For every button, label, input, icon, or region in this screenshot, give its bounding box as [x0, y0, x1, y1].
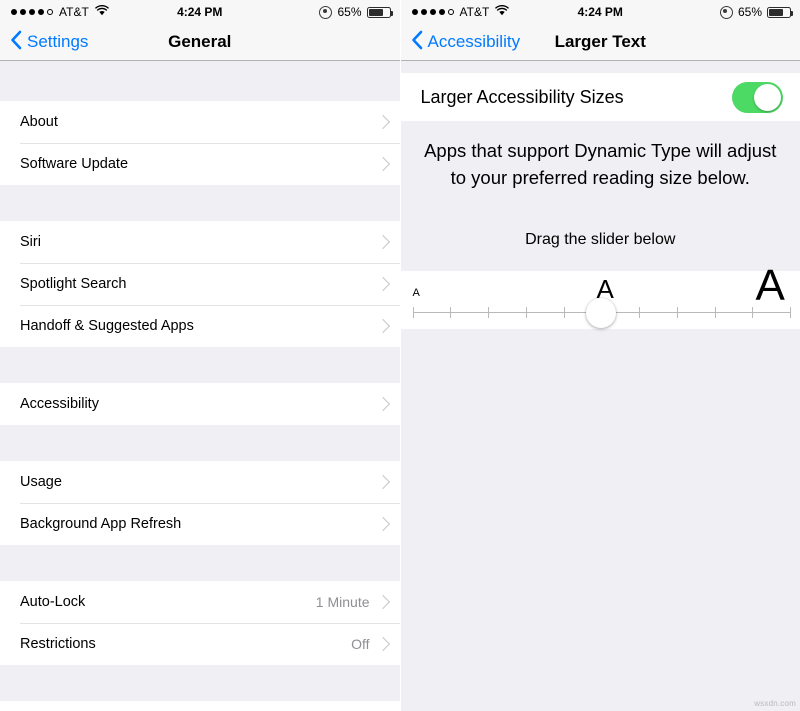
section-gap: [0, 425, 400, 461]
slider-tick: [563, 307, 565, 318]
settings-list-general: About Software Update Siri Spotlight Search…: [0, 61, 400, 711]
list-item[interactable]: Date & Time: [0, 701, 400, 711]
list-item[interactable]: Siri: [0, 221, 400, 263]
list-item-label: Restrictions: [20, 636, 96, 652]
list-item-label: Spotlight Search: [20, 276, 127, 292]
status-bar-right-group: 65%: [319, 0, 393, 24]
settings-section: Siri Spotlight Search Handoff & Suggested …: [0, 221, 400, 347]
larger-accessibility-sizes-toggle[interactable]: [732, 81, 783, 113]
list-item-label: About: [20, 114, 58, 130]
chevron-right-icon: [375, 396, 390, 412]
list-item[interactable]: Spotlight Search: [0, 263, 400, 305]
list-item[interactable]: Software Update: [0, 143, 400, 185]
list-item-label: Software Update: [20, 156, 129, 172]
list-item-label: Siri: [20, 234, 41, 250]
dynamic-type-description: Apps that support Dynamic Type will adju…: [400, 121, 800, 201]
settings-section: About Software Update: [0, 101, 400, 185]
page-title-larger-text: Larger Text: [554, 32, 646, 51]
slider-tick: [752, 307, 754, 318]
list-item[interactable]: Restrictions Off: [0, 623, 400, 665]
watermark: wsxdn.com: [754, 699, 796, 708]
section-gap: [0, 545, 400, 581]
slider-tick: [639, 307, 640, 318]
chevron-right-icon: [375, 636, 390, 652]
right-screenshot-larger-text: AT&T 4:24 PM 65% Accessibility Larger Te…: [400, 0, 800, 711]
nav-bar-right: Accessibility Larger Text: [400, 24, 800, 61]
chevron-right-icon: [375, 276, 390, 292]
slider-tick: [412, 307, 414, 318]
settings-section: Accessibility: [0, 383, 400, 425]
settings-section: Auto-Lock 1 Minute Restrictions Off: [0, 581, 400, 665]
list-item[interactable]: Auto-Lock 1 Minute: [0, 581, 400, 623]
chevron-right-icon: [375, 516, 390, 532]
slider-tick: [450, 307, 452, 318]
chevron-right-icon: [375, 474, 390, 490]
chevron-right-icon: [375, 156, 390, 172]
status-bar-left: AT&T 4:24 PM 65%: [0, 0, 400, 24]
settings-section: Usage Background App Refresh: [0, 461, 400, 545]
location-services-icon: [719, 5, 733, 19]
status-bar-right: AT&T 4:24 PM 65%: [400, 0, 800, 24]
list-item-label: Auto-Lock: [20, 594, 86, 610]
page-title-general: General: [168, 32, 232, 51]
slider-tick: [676, 307, 678, 318]
section-gap: [0, 185, 400, 221]
chevron-right-icon: [375, 594, 390, 610]
list-item-value: Off: [351, 636, 370, 652]
list-item[interactable]: Handoff & Suggested Apps: [0, 305, 400, 347]
slider-tick: [488, 307, 489, 318]
left-screenshot-general-settings: AT&T 4:24 PM 65% Settings General About S: [0, 0, 401, 711]
slider-tick: [525, 307, 527, 318]
chevron-right-icon: [375, 234, 390, 250]
battery-icon: [767, 6, 793, 18]
list-item-value: 1 Minute: [315, 594, 370, 610]
status-bar-right-group: 65%: [719, 0, 793, 24]
list-item-label: Background App Refresh: [20, 516, 182, 532]
location-services-icon: [319, 5, 333, 19]
section-gap: [0, 61, 400, 101]
larger-accessibility-sizes-label: Larger Accessibility Sizes: [420, 86, 624, 107]
slider-tick: [790, 307, 791, 318]
slider-tick: [714, 307, 716, 318]
chevron-right-icon: [375, 318, 390, 334]
section-gap: [400, 61, 800, 73]
section-gap: [0, 347, 400, 383]
slider-max-label: A: [755, 261, 785, 310]
text-size-slider-panel[interactable]: A A A: [400, 261, 800, 329]
list-item[interactable]: Background App Refresh: [0, 503, 400, 545]
list-item[interactable]: About: [0, 101, 400, 143]
list-item-label: Usage: [20, 474, 62, 490]
larger-accessibility-sizes-row[interactable]: Larger Accessibility Sizes: [400, 73, 800, 121]
list-item[interactable]: Accessibility: [0, 383, 400, 425]
list-item[interactable]: Usage: [0, 461, 400, 503]
list-item-label: Accessibility: [20, 396, 99, 412]
toggle-knob: [754, 83, 781, 111]
drag-slider-hint: Drag the slider below: [400, 201, 800, 271]
slider-min-label: A: [412, 287, 420, 299]
slider-knob[interactable]: [586, 298, 617, 328]
battery-percent-label: 65%: [337, 5, 362, 19]
battery-percent-label: 65%: [737, 5, 762, 19]
chevron-right-icon: [375, 114, 390, 130]
settings-section: Date & Time: [0, 701, 400, 711]
nav-bar-left: Settings General: [0, 24, 400, 61]
battery-icon: [366, 6, 393, 18]
section-gap: [0, 665, 400, 701]
list-item-label: Handoff & Suggested Apps: [20, 318, 194, 334]
dual-screenshot-stage: AT&T 4:24 PM 65% Settings General About S: [0, 0, 800, 711]
